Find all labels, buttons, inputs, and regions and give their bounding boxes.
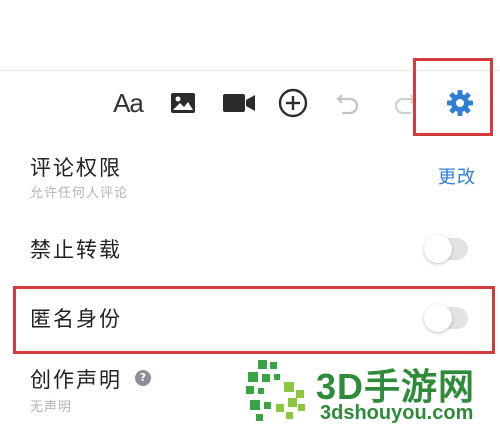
help-icon[interactable]: ? xyxy=(135,370,151,386)
undo-icon xyxy=(336,94,359,115)
insert-video-button[interactable] xyxy=(220,72,258,134)
add-button[interactable] xyxy=(277,72,309,134)
change-permission-link[interactable]: 更改 xyxy=(438,163,476,189)
insert-image-button[interactable] xyxy=(168,72,198,134)
site-watermark: 3D手游网 3dshouyou.com xyxy=(240,356,500,427)
no-repost-toggle[interactable] xyxy=(424,235,468,263)
creation-statement-title: 创作声明 xyxy=(30,368,122,392)
watermark-url: 3dshouyou.com xyxy=(320,402,474,424)
no-repost-row: 禁止转载 xyxy=(0,222,500,272)
creation-statement-subtitle: 无声明 xyxy=(30,400,73,415)
comment-permission-title: 评论权限 xyxy=(30,156,122,180)
settings-highlight-box xyxy=(413,58,493,136)
comment-permission-row[interactable]: 评论权限 允许任何人评论 更改 xyxy=(0,140,500,210)
font-format-button[interactable]: Aa xyxy=(108,72,148,134)
watermark-logo xyxy=(246,360,305,421)
comment-permission-subtitle: 允许任何人评论 xyxy=(30,186,129,201)
anonymous-highlight-box xyxy=(13,286,495,354)
video-camera-icon xyxy=(223,94,255,112)
font-format-icon: Aa xyxy=(113,87,144,118)
image-icon xyxy=(171,93,195,113)
toggle-knob xyxy=(424,235,452,263)
no-repost-title: 禁止转载 xyxy=(30,238,122,262)
plus-circle-icon xyxy=(278,88,308,118)
undo-button[interactable] xyxy=(334,72,364,134)
